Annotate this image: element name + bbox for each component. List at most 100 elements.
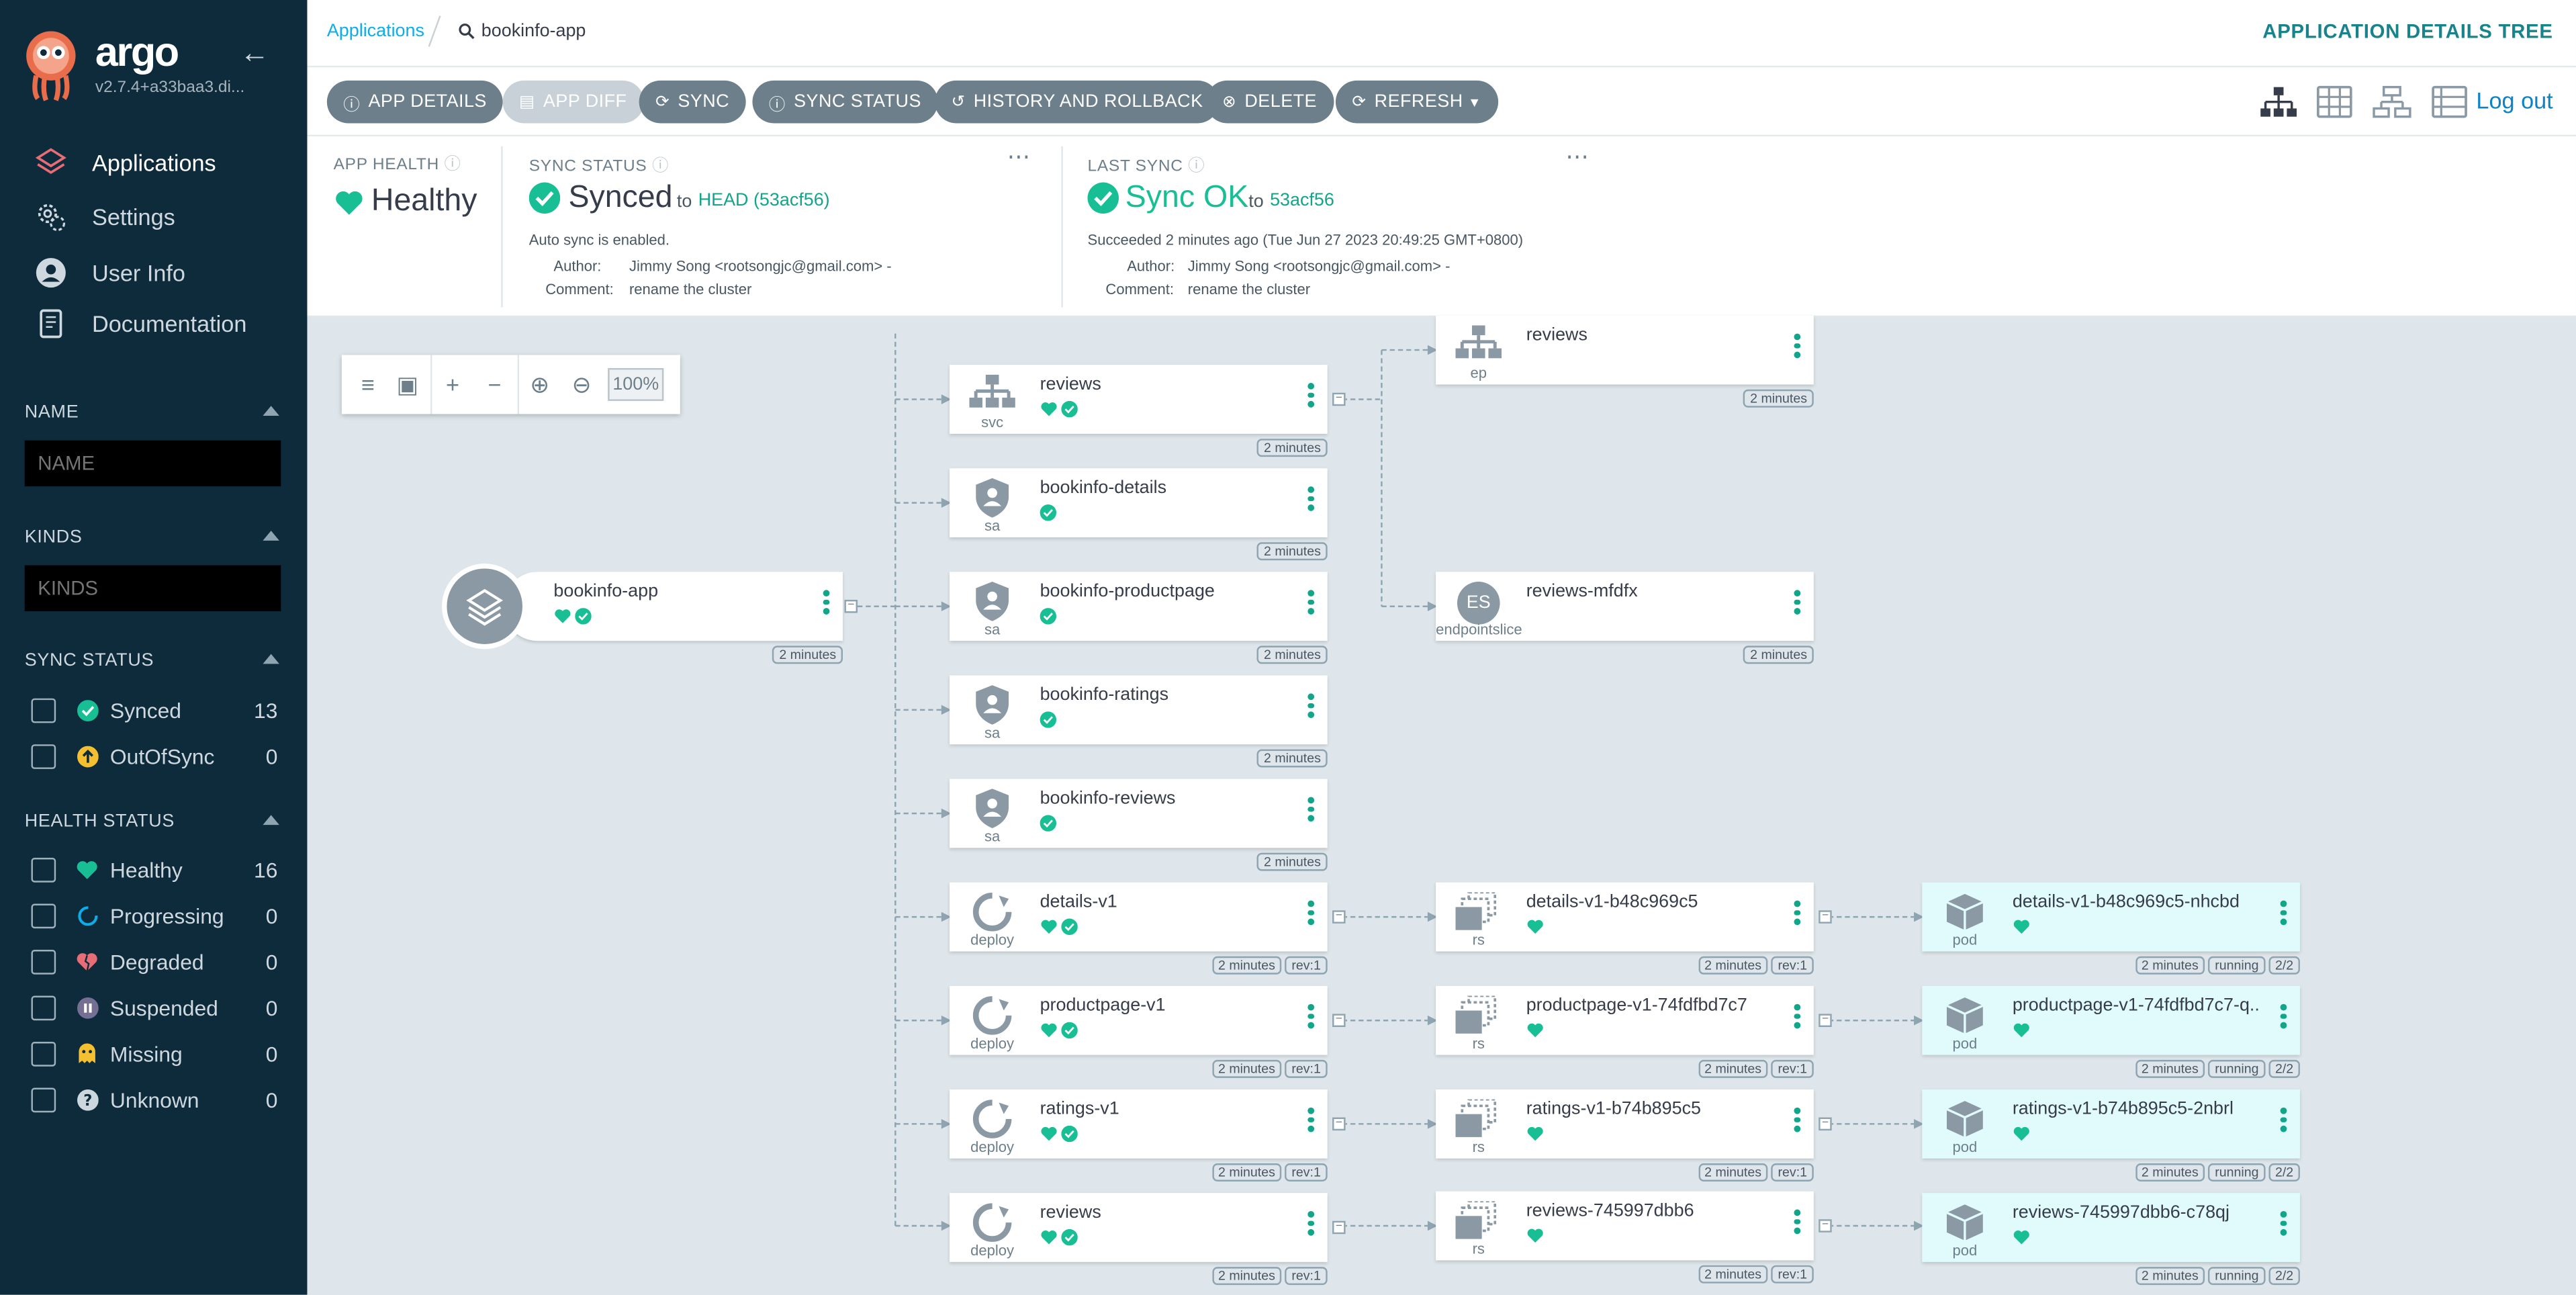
name-filter-input[interactable]: [24, 440, 281, 487]
checkbox[interactable]: [31, 948, 56, 974]
collapse-health-filter-icon[interactable]: [263, 815, 279, 825]
resource-node-deploy[interactable]: deploy reviews 2 minutes rev:1 −: [950, 1193, 1346, 1286]
filter-healthy[interactable]: Healthy 16: [31, 853, 277, 886]
delete-button[interactable]: ⊗ DELETE: [1205, 80, 1334, 124]
app-diff-button[interactable]: ▤ APP DIFF: [502, 80, 643, 124]
collapse-node-icon[interactable]: −: [1332, 1220, 1346, 1235]
filter-progressing[interactable]: Progressing 0: [31, 899, 277, 932]
resource-node-pod[interactable]: pod reviews-745997dbb6-c78qj 2 minutes runn…: [1922, 1193, 2300, 1286]
node-menu-icon[interactable]: [2280, 1210, 2287, 1235]
filter-suspended[interactable]: Suspended 0: [31, 991, 277, 1024]
app-details-button[interactable]: ⓘ APP DETAILS: [326, 80, 504, 124]
root-app-node[interactable]: bookinfo-app 2 minutes −: [442, 564, 858, 664]
collapse-node-icon[interactable]: −: [1332, 910, 1346, 924]
breadcrumb-app[interactable]: bookinfo-app: [459, 21, 586, 41]
nav-user-info[interactable]: User Info: [0, 251, 307, 294]
resource-node-pod[interactable]: pod productpage-v1-74fdfbd7c7-q... 2 minut…: [1922, 985, 2300, 1078]
node-menu-icon[interactable]: [1794, 1003, 1800, 1028]
question-icon[interactable]: ⓘ: [445, 156, 461, 174]
collapse-node-icon[interactable]: −: [1819, 1117, 1832, 1131]
checkbox[interactable]: [31, 1087, 56, 1112]
align-left-icon[interactable]: ≡: [347, 355, 389, 414]
collapse-node-icon[interactable]: −: [1819, 1014, 1832, 1027]
node-menu-icon[interactable]: [2280, 1107, 2287, 1132]
list-view-icon[interactable]: [2430, 85, 2469, 118]
resource-node-rs[interactable]: rs ratings-v1-b74b895c5 2 minutes rev:1 −: [1436, 1089, 1832, 1181]
resource-node-deploy[interactable]: deploy details-v1 2 minutes rev:1 −: [950, 882, 1346, 975]
node-menu-icon[interactable]: [1794, 590, 1800, 614]
collapse-node-icon[interactable]: −: [1332, 1117, 1346, 1131]
history-rollback-button[interactable]: ↺ HISTORY AND ROLLBACK: [935, 80, 1220, 124]
checkbox[interactable]: [31, 743, 56, 768]
filter-missing[interactable]: Missing 0: [31, 1037, 277, 1070]
collapse-node-icon[interactable]: −: [844, 599, 858, 613]
resource-tree-canvas[interactable]: ≡ ▣ + − ⊕ ⊖ 100% bookinfo-app 2 minutes …: [307, 315, 2576, 1295]
node-menu-icon[interactable]: [2280, 1003, 2287, 1028]
node-menu-icon[interactable]: [1794, 333, 1800, 358]
breadcrumb-applications[interactable]: Applications: [327, 21, 424, 41]
resource-node-ep[interactable]: ep reviews 2 minutes: [1436, 315, 1814, 408]
logout-link[interactable]: Log out: [2476, 87, 2552, 114]
last-sync-more-icon[interactable]: ⋯: [1565, 143, 1590, 171]
tree-view-icon[interactable]: [2259, 85, 2299, 118]
sync-status-button[interactable]: ⓘ SYNC STATUS: [752, 80, 938, 124]
zoom-out-icon[interactable]: ⊖: [560, 355, 603, 414]
filter-degraded[interactable]: Degraded 0: [31, 945, 277, 978]
collapse-sync-filter-icon[interactable]: [263, 654, 279, 664]
resource-node-pod[interactable]: pod details-v1-b48c969c5-nhcbd 2 minutes ru…: [1922, 882, 2300, 975]
collapse-minus-icon[interactable]: −: [473, 355, 516, 414]
node-menu-icon[interactable]: [1307, 383, 1314, 407]
resource-node-svc[interactable]: svc reviews 2 minutes −: [950, 365, 1346, 457]
filter-unknown[interactable]: ? Unknown 0: [31, 1083, 277, 1116]
node-menu-icon[interactable]: [1307, 1107, 1314, 1132]
collapse-node-icon[interactable]: −: [1819, 910, 1832, 924]
question-icon[interactable]: ⓘ: [652, 158, 669, 176]
node-menu-icon[interactable]: [1307, 1210, 1314, 1235]
nav-applications[interactable]: Applications: [0, 141, 307, 184]
pods-grid-view-icon[interactable]: [2315, 85, 2354, 118]
checkbox[interactable]: [31, 903, 56, 928]
last-sync-revision-link[interactable]: 53acf56: [1270, 191, 1334, 210]
resource-node-sa[interactable]: sa bookinfo-ratings 2 minutes: [950, 675, 1328, 768]
question-icon[interactable]: ⓘ: [1188, 158, 1205, 176]
zoom-in-icon[interactable]: ⊕: [517, 355, 561, 414]
filter-outofsync[interactable]: OutOfSync 0: [31, 740, 277, 772]
zoom-percent[interactable]: 100%: [608, 367, 664, 401]
collapse-name-filter-icon[interactable]: [263, 406, 279, 416]
node-menu-icon[interactable]: [2280, 900, 2287, 925]
node-menu-icon[interactable]: [1307, 693, 1314, 717]
resource-node-sa[interactable]: sa bookinfo-details 2 minutes: [950, 468, 1328, 561]
sync-status-more-icon[interactable]: ⋯: [1007, 143, 1032, 171]
node-menu-icon[interactable]: [1307, 900, 1314, 925]
node-menu-icon[interactable]: [823, 590, 830, 614]
collapse-kinds-filter-icon[interactable]: [263, 531, 279, 541]
node-menu-icon[interactable]: [1794, 1209, 1800, 1234]
resource-node-sa[interactable]: sa bookinfo-productpage 2 minutes: [950, 572, 1328, 664]
fit-screen-icon[interactable]: ▣: [386, 355, 429, 414]
checkbox[interactable]: [31, 995, 56, 1020]
collapse-node-icon[interactable]: −: [1819, 1219, 1832, 1233]
node-menu-icon[interactable]: [1794, 1107, 1800, 1132]
resource-node-rs[interactable]: rs reviews-745997dbb6 2 minutes rev:1 −: [1436, 1191, 1832, 1284]
checkbox[interactable]: [31, 697, 56, 723]
refresh-button[interactable]: ⟳ REFRESH ▼: [1335, 80, 1498, 124]
checkbox[interactable]: [31, 856, 56, 882]
resource-node-rs[interactable]: rs details-v1-b48c969c5 2 minutes rev:1 −: [1436, 882, 1832, 975]
network-view-icon[interactable]: [2373, 85, 2412, 118]
resource-node-deploy[interactable]: deploy ratings-v1 2 minutes rev:1 −: [950, 1089, 1346, 1181]
collapse-sidebar-icon[interactable]: ←: [240, 36, 269, 71]
resource-node-deploy[interactable]: deploy productpage-v1 2 minutes rev:1 −: [950, 985, 1346, 1078]
resource-node-endpointslice[interactable]: ES endpointslice reviews-mfdfx 2 minutes: [1436, 572, 1814, 664]
resource-node-pod[interactable]: pod ratings-v1-b74b895c5-2nbrl 2 minutes ru…: [1922, 1089, 2300, 1181]
node-menu-icon[interactable]: [1307, 1003, 1314, 1028]
kinds-filter-input[interactable]: [24, 565, 281, 612]
expand-plus-icon[interactable]: +: [430, 355, 473, 414]
nav-settings[interactable]: Settings: [0, 195, 307, 238]
checkbox[interactable]: [31, 1040, 56, 1066]
resource-node-rs[interactable]: rs productpage-v1-74fdfbd7c7 2 minutes rev:…: [1436, 985, 1832, 1078]
collapse-node-icon[interactable]: −: [1332, 1014, 1346, 1027]
collapse-node-icon[interactable]: −: [1332, 392, 1346, 406]
node-menu-icon[interactable]: [1307, 590, 1314, 614]
sync-button[interactable]: ⟳ SYNC: [639, 80, 746, 124]
resource-node-sa[interactable]: sa bookinfo-reviews 2 minutes: [950, 778, 1328, 871]
